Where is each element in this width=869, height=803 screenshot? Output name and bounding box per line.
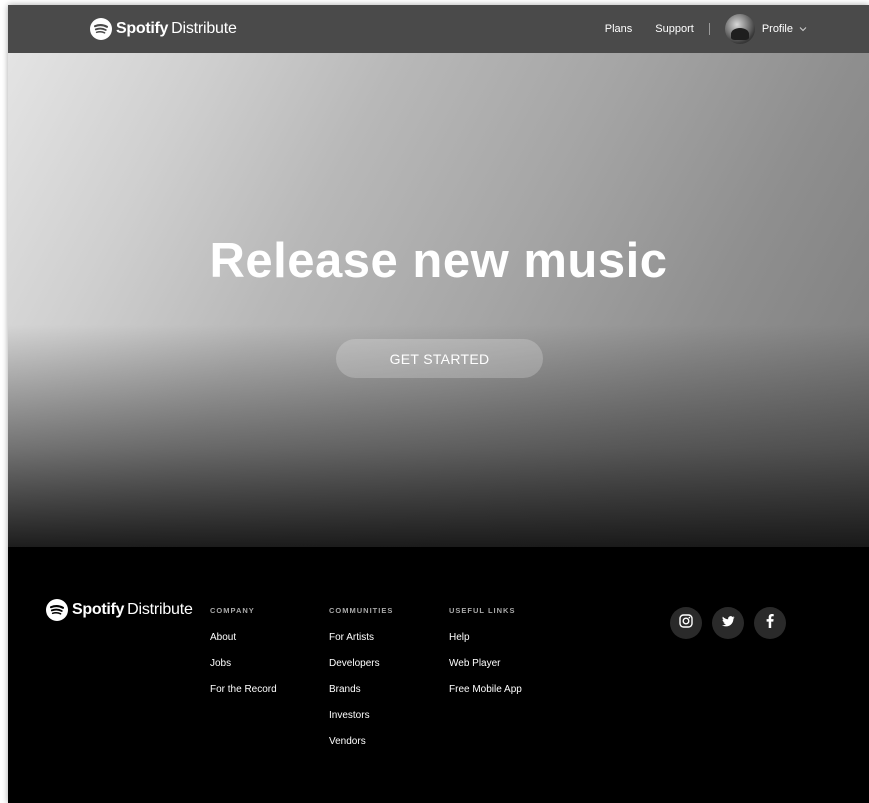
- nav-link-support[interactable]: Support: [655, 23, 694, 35]
- hero-title: Release new music: [209, 234, 668, 288]
- profile-menu[interactable]: Profile: [724, 14, 807, 44]
- nav-divider: [708, 23, 710, 35]
- footer-column-communities: COMMUNITIES For Artists Developers Brand…: [329, 606, 393, 762]
- footer-brand-product: Distribute: [127, 601, 193, 618]
- footer-link-help[interactable]: Help: [449, 632, 522, 658]
- footer-column-company: COMPANY About Jobs For the Record: [210, 606, 277, 710]
- footer: Spotify Distribute COMPANY About Jobs Fo…: [8, 547, 869, 803]
- brand-product: Distribute: [171, 20, 237, 37]
- chevron-down-icon: [799, 23, 807, 35]
- avatar: [724, 14, 755, 44]
- footer-link-for-artists[interactable]: For Artists: [329, 632, 393, 658]
- nav-links: Plans Support Profile: [605, 5, 807, 53]
- spotify-logo-icon: [90, 18, 112, 40]
- column-heading: COMMUNITIES: [329, 606, 394, 615]
- footer-link-about[interactable]: About: [210, 632, 277, 658]
- footer-brand-logo[interactable]: Spotify Distribute: [46, 599, 193, 621]
- facebook-button[interactable]: [754, 607, 786, 639]
- footer-link-web-player[interactable]: Web Player: [449, 658, 522, 684]
- top-navigation: Spotify Distribute Plans Support Profile: [8, 5, 869, 53]
- instagram-icon: [679, 613, 693, 633]
- footer-column-useful-links: USEFUL LINKS Help Web Player Free Mobile…: [449, 606, 522, 710]
- browser-viewport: Spotify Distribute Plans Support Profile…: [8, 5, 869, 803]
- profile-label: Profile: [761, 23, 793, 35]
- column-heading: USEFUL LINKS: [449, 606, 516, 615]
- facebook-icon: [766, 613, 774, 633]
- column-heading: COMPANY: [210, 606, 255, 615]
- footer-link-developers[interactable]: Developers: [329, 658, 393, 684]
- twitter-button[interactable]: [712, 607, 744, 639]
- nav-link-plans[interactable]: Plans: [605, 23, 633, 35]
- twitter-icon: [721, 614, 735, 632]
- footer-brand-name: Spotify: [72, 601, 125, 618]
- social-links: [670, 607, 796, 639]
- footer-link-vendors[interactable]: Vendors: [329, 736, 393, 762]
- spotify-logo-icon: [46, 599, 68, 621]
- footer-link-for-the-record[interactable]: For the Record: [210, 684, 277, 710]
- hero-banner: Release new music GET STARTED: [8, 53, 869, 547]
- footer-link-free-mobile-app[interactable]: Free Mobile App: [449, 684, 522, 710]
- footer-link-brands[interactable]: Brands: [329, 684, 393, 710]
- brand-logo[interactable]: Spotify Distribute: [90, 18, 237, 40]
- footer-link-investors[interactable]: Investors: [329, 710, 393, 736]
- get-started-button[interactable]: GET STARTED: [336, 339, 543, 378]
- brand-name: Spotify: [116, 20, 169, 37]
- footer-link-jobs[interactable]: Jobs: [210, 658, 277, 684]
- instagram-button[interactable]: [670, 607, 702, 639]
